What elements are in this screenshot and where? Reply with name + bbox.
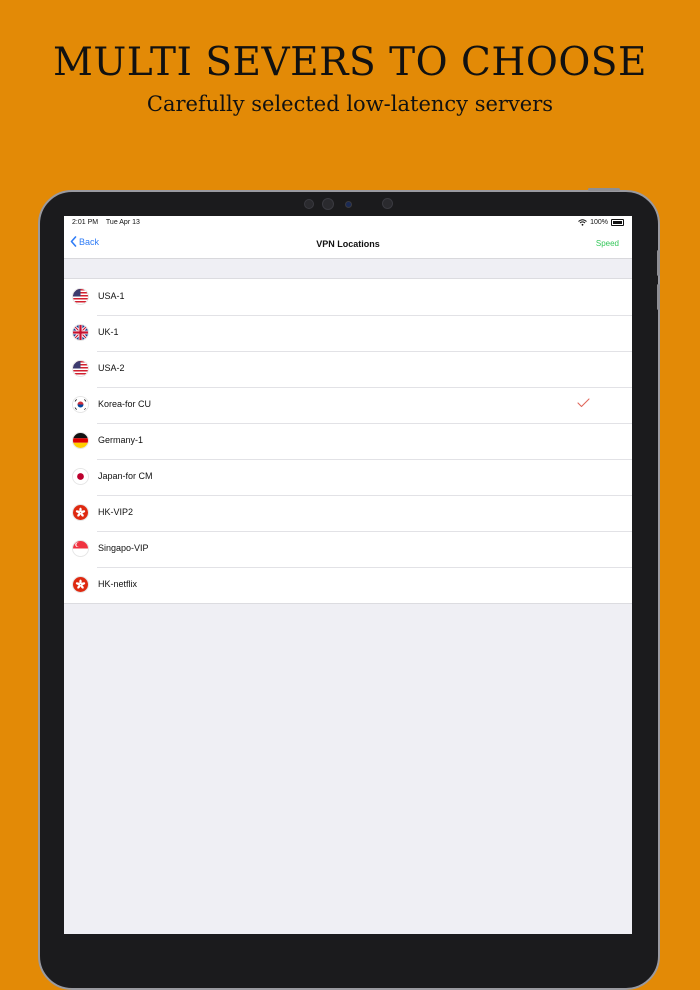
status-time: 2:01 PM bbox=[72, 219, 99, 226]
us-flag-icon bbox=[72, 288, 89, 305]
germany-flag-icon bbox=[72, 432, 89, 449]
battery-icon bbox=[611, 219, 624, 226]
server-row-hk-netflix[interactable]: HK-netflix bbox=[64, 567, 632, 603]
power-button bbox=[588, 188, 620, 191]
us-flag-icon bbox=[72, 360, 89, 377]
server-label: Japan-for CM bbox=[98, 471, 153, 481]
hongkong-flag-icon bbox=[72, 576, 89, 593]
checkmark-icon bbox=[577, 398, 590, 408]
server-label: HK-netflix bbox=[98, 579, 138, 589]
navigation-bar: Back VPN Locations Speed bbox=[64, 230, 632, 259]
server-label: Korea-for CU bbox=[98, 399, 152, 409]
volume-down-button bbox=[657, 284, 660, 310]
subheadline: Carefully selected low-latency servers bbox=[146, 92, 554, 116]
page-title: VPN Locations bbox=[316, 239, 380, 249]
status-date: Tue Apr 13 bbox=[105, 219, 140, 226]
server-row-usa-2[interactable]: USA-2 bbox=[64, 351, 632, 387]
server-label: USA-2 bbox=[98, 363, 125, 373]
server-list: USA-1 UK-1 USA-2 Korea-for CU Germany-1 … bbox=[64, 278, 632, 604]
server-label: UK-1 bbox=[98, 327, 119, 337]
speed-button[interactable]: Speed bbox=[596, 239, 619, 248]
camera-icon bbox=[345, 201, 352, 208]
server-row-germany-1[interactable]: Germany-1 bbox=[64, 423, 632, 459]
hongkong-flag-icon bbox=[72, 504, 89, 521]
server-label: USA-1 bbox=[98, 291, 125, 301]
korea-flag-icon bbox=[72, 396, 89, 413]
server-row-singapo-vip[interactable]: Singapo-VIP bbox=[64, 531, 632, 567]
camera-icon bbox=[322, 198, 334, 210]
uk-flag-icon bbox=[72, 324, 89, 341]
volume-up-button bbox=[657, 250, 660, 276]
server-row-uk-1[interactable]: UK-1 bbox=[64, 315, 632, 351]
server-label: Germany-1 bbox=[98, 435, 144, 445]
server-row-korea-for-cu[interactable]: Korea-for CU bbox=[64, 387, 632, 423]
wifi-icon bbox=[578, 219, 587, 226]
status-bar: 2:01 PM Tue Apr 13 100% bbox=[64, 216, 632, 230]
server-row-japan-for-cm[interactable]: Japan-for CM bbox=[64, 459, 632, 495]
server-row-hk-vip2[interactable]: HK-VIP2 bbox=[64, 495, 632, 531]
server-label: HK-VIP2 bbox=[98, 507, 134, 517]
server-label: Singapo-VIP bbox=[98, 543, 149, 553]
headline: MULTI SEVERS TO CHOOSE bbox=[52, 40, 647, 85]
singapore-flag-icon bbox=[72, 540, 89, 557]
server-row-usa-1[interactable]: USA-1 bbox=[64, 279, 632, 315]
japan-flag-icon bbox=[72, 468, 89, 485]
camera-icon bbox=[382, 198, 393, 209]
battery-percent: 100% bbox=[590, 219, 608, 226]
app-screen: 2:01 PM Tue Apr 13 100% Back VPN Locatio… bbox=[64, 216, 632, 934]
camera-icon bbox=[304, 199, 314, 209]
